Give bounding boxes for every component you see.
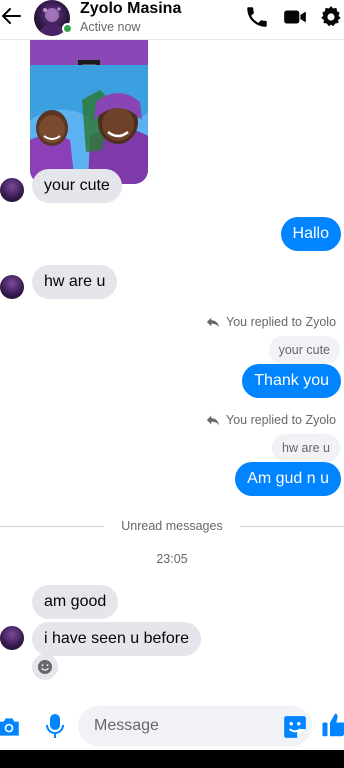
contact-avatar-small[interactable]: [0, 626, 24, 650]
message-bubble-incoming[interactable]: am good: [32, 585, 119, 619]
active-status: Active now: [80, 20, 141, 34]
message-composer: [0, 704, 344, 748]
thumbs-up-icon[interactable]: [320, 710, 344, 740]
reply-note: You replied to Zyolo: [206, 412, 336, 428]
contact-avatar-small[interactable]: [0, 275, 24, 299]
quoted-message[interactable]: hw are u: [272, 434, 340, 462]
quoted-message[interactable]: your cute: [268, 336, 340, 364]
video-camera-icon[interactable]: [282, 4, 308, 30]
reply-note: You replied to Zyolo: [206, 314, 336, 330]
message-timestamp: 23:05: [156, 552, 188, 566]
microphone-icon[interactable]: [43, 712, 67, 740]
phone-icon[interactable]: [244, 4, 270, 30]
unread-messages-label: Unread messages: [121, 519, 223, 533]
message-bubble-incoming[interactable]: hw are u: [32, 265, 118, 299]
message-bubble-outgoing[interactable]: Am gud n u: [235, 462, 341, 496]
gear-icon[interactable]: [318, 4, 344, 30]
reply-note-text: You replied to Zyolo: [226, 315, 337, 329]
reply-arrow-icon: [206, 415, 220, 426]
camera-icon[interactable]: [0, 714, 22, 740]
message-input[interactable]: [78, 706, 312, 746]
sticker-icon[interactable]: [282, 714, 308, 740]
online-indicator: [62, 23, 73, 34]
message-bubble-incoming[interactable]: your cute: [32, 169, 122, 203]
back-arrow-icon[interactable]: [0, 4, 24, 28]
smiley-icon: [38, 660, 52, 674]
system-navigation-bar: [0, 750, 344, 768]
message-bubble-outgoing[interactable]: Hallo: [280, 217, 341, 251]
reply-note-text: You replied to Zyolo: [226, 413, 337, 427]
contact-name[interactable]: Zyolo Masina: [80, 0, 181, 18]
message-bubble-incoming[interactable]: i have seen u before: [32, 622, 201, 656]
message-bubble-outgoing[interactable]: Thank you: [242, 364, 341, 398]
contact-avatar-small[interactable]: [0, 178, 24, 202]
shared-photo[interactable]: [30, 40, 148, 184]
chat-header: Zyolo Masina Active now: [0, 0, 344, 40]
reply-arrow-icon: [206, 317, 220, 328]
add-reaction-button[interactable]: [32, 654, 58, 680]
